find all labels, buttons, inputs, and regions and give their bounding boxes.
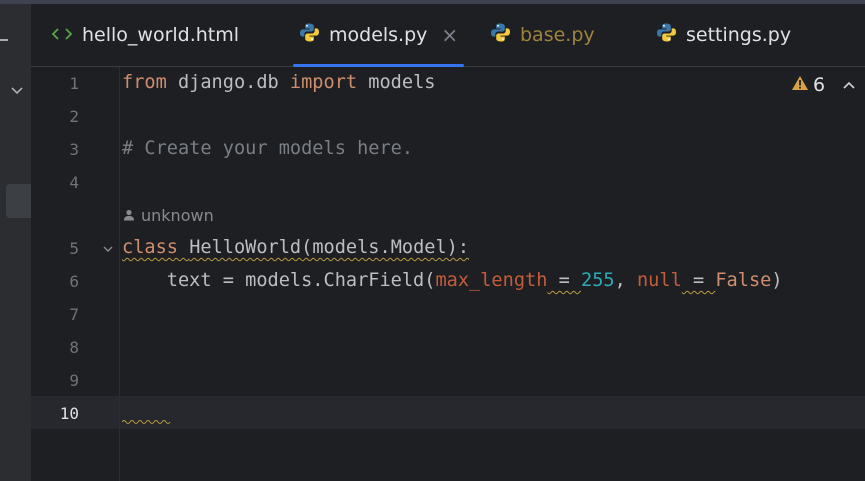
line-number: 8	[69, 338, 79, 357]
chevron-up-icon[interactable]	[841, 78, 857, 92]
tab-hello-world-html[interactable]: hello_world.html	[51, 4, 239, 66]
python-icon	[490, 22, 511, 48]
line-number: 1	[69, 74, 79, 93]
gutter-divider	[119, 67, 120, 481]
line-number-gutter[interactable]: 1 2 3 4 5 6 7 8 9 10	[31, 67, 119, 481]
panel-scrollbar-thumb[interactable]	[6, 184, 31, 218]
tab-label: hello_world.html	[82, 24, 240, 46]
tab-label: base.py	[520, 24, 595, 46]
editor-tab-bar: hello_world.html models.py × base.py set…	[31, 4, 865, 67]
code-author-hint[interactable]: unknown	[123, 206, 214, 225]
keyword: import	[289, 72, 358, 93]
python-icon	[299, 22, 320, 48]
param-name: max_length	[435, 270, 548, 291]
keyword: class	[122, 237, 178, 258]
line-number: 4	[69, 173, 79, 192]
line-number: 5	[69, 239, 79, 258]
code-text: =	[547, 270, 581, 291]
inspection-warnings-widget[interactable]: 6	[791, 74, 825, 96]
close-icon[interactable]: ×	[441, 23, 458, 47]
line-number: 7	[69, 305, 79, 324]
line-number-current: 10	[59, 404, 79, 423]
chevron-down-icon[interactable]	[10, 84, 24, 98]
line-number: 9	[69, 371, 79, 390]
code-text: text = models.CharField(	[122, 270, 436, 291]
param-name: null	[636, 270, 682, 291]
tab-label: models.py	[329, 24, 428, 46]
left-tool-panel	[0, 4, 32, 481]
line-number: 6	[69, 272, 79, 291]
code-text: =	[681, 270, 716, 291]
number-literal: 255	[581, 270, 615, 291]
tab-settings-py[interactable]: settings.py	[656, 4, 791, 66]
warning-icon	[791, 74, 809, 96]
code-text: (models.Model):	[301, 237, 470, 258]
class-name: HelloWorld	[189, 237, 302, 258]
code-text: )	[771, 270, 783, 291]
warning-squiggle	[122, 420, 171, 424]
minimize-icon[interactable]	[0, 39, 8, 41]
fold-chevron-icon[interactable]	[102, 243, 114, 255]
python-icon	[656, 22, 677, 48]
tab-models-py[interactable]: models.py ×	[292, 4, 465, 67]
code-line-1[interactable]: from django.db import models	[122, 72, 435, 93]
code-editor[interactable]: 1 2 3 4 5 6 7 8 9 10 from django.db impo…	[31, 67, 865, 481]
code-line-5[interactable]: class HelloWorld(models.Model):	[122, 237, 469, 258]
tab-base-py[interactable]: base.py	[490, 4, 595, 66]
code-text: ,	[614, 270, 637, 291]
code-text: models	[357, 72, 436, 93]
keyword: from	[122, 72, 167, 93]
html-tag-icon	[51, 24, 73, 46]
warnings-count: 6	[813, 74, 826, 96]
person-icon	[123, 206, 135, 225]
code-line-6[interactable]: text = models.CharField(max_length = 255…	[122, 270, 783, 291]
code-text: django.db	[166, 72, 290, 93]
author-name: unknown	[141, 206, 214, 225]
tab-label: settings.py	[686, 24, 792, 46]
line-number: 3	[69, 140, 79, 159]
line-number: 2	[69, 107, 79, 126]
keyword: False	[715, 270, 772, 291]
code-line-3[interactable]: # Create your models here.	[122, 138, 413, 159]
